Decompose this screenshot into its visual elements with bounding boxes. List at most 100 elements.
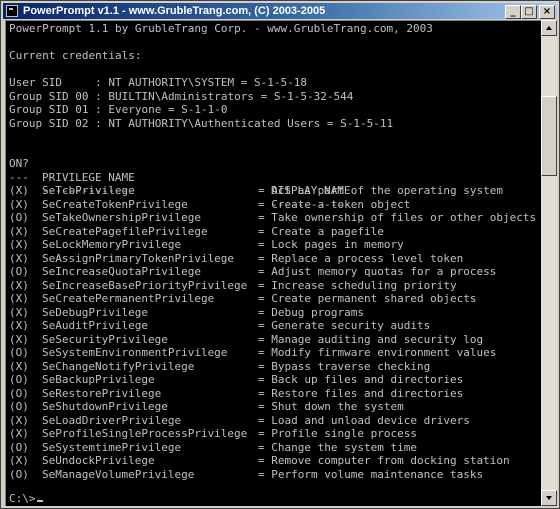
privilege-row: (X) SeUndockPrivilege = Remove computer fr… (5, 454, 541, 468)
privilege-status: (X) (9, 224, 29, 238)
privilege-display-name: = Change the system time (258, 440, 417, 454)
privilege-row: (X) SeLockMemoryPrivilege = Lock pages in … (5, 238, 541, 252)
privilege-row: (X) SeAuditPrivilege = Generate security a… (5, 319, 541, 333)
privilege-display-name: = Create permanent shared objects (258, 292, 477, 305)
privilege-display-name: = Debug programs (258, 305, 364, 319)
privilege-display-name: = Profile single process (258, 427, 417, 440)
privilege-display-name: = Act as part of the operating system (258, 184, 504, 197)
privilege-table-header: ON? PRIVILEGE NAME DISPLAY NAME (5, 144, 541, 197)
privilege-status: (X) (9, 238, 29, 251)
vertical-scrollbar[interactable] (541, 20, 557, 506)
arrow-down-icon (546, 496, 552, 500)
privilege-status: (O) (9, 346, 29, 359)
privilege-row: (O) SeRestorePrivilege = Restore files and… (5, 387, 541, 401)
privilege-status: (X) (9, 251, 29, 265)
privilege-display-name: = Adjust memory quotas for a process (258, 265, 497, 278)
privilege-display-name: = Remove computer from docking station (258, 454, 510, 467)
privilege-status: (O) (9, 440, 29, 454)
console-window-icon[interactable] (6, 5, 18, 17)
privilege-status: (X) (9, 305, 29, 319)
privilege-name: SeCreatePermanentPrivilege (42, 292, 215, 305)
close-button[interactable]: × (539, 5, 555, 19)
scrollbar-thumb[interactable] (541, 96, 557, 176)
privilege-name: SeTcbPrivilege (42, 184, 135, 197)
privilege-name: SeManageVolumePrivilege (42, 467, 195, 481)
privilege-display-name: = Modify firmware environment values (258, 346, 497, 359)
scroll-down-button[interactable] (541, 490, 557, 506)
privilege-display-name: = Increase scheduling priority (258, 278, 457, 292)
privilege-display-name: = Bypass traverse checking (258, 359, 431, 373)
privilege-status: (O) (9, 400, 29, 413)
privilege-name: SeProfileSingleProcessPrivilege (42, 427, 248, 440)
privilege-display-name: = Manage auditing and security log (258, 332, 484, 346)
banner-line: PowerPrompt 1.1 by GrubleTrang Corp. - w… (9, 22, 433, 35)
privilege-status: (X) (9, 454, 29, 467)
command-prompt[interactable]: C:\> (9, 492, 43, 506)
privilege-status: (X) (9, 427, 29, 440)
privilege-name: SeLockMemoryPrivilege (42, 238, 182, 251)
privilege-name: SeAuditPrivilege (42, 319, 148, 332)
privilege-name: SeIncreaseBasePriorityPrivilege (42, 278, 248, 292)
privilege-display-name: = Perform volume maintenance tasks (258, 467, 484, 481)
privilege-display-name: = Create a token object (258, 197, 411, 211)
privilege-status: (X) (9, 292, 29, 305)
privilege-name: SeDebugPrivilege (42, 305, 148, 319)
privilege-status: (X) (9, 332, 29, 346)
console-output[interactable]: PowerPrompt 1.1 by GrubleTrang Corp. - w… (5, 20, 541, 506)
header-privilege-name: PRIVILEGE NAME (42, 170, 135, 184)
privilege-row: (O) SeTakeOwnershipPrivilege = Take owners… (5, 211, 541, 225)
privilege-status: (X) (9, 359, 29, 373)
privilege-row: (X) SeSecurityPrivilege = Manage auditing … (5, 333, 541, 347)
privilege-row: (X) SeCreatePagefilePrivilege = Create a p… (5, 225, 541, 239)
credential-line: Group SID 00 : BUILTIN\Administrators = … (9, 89, 354, 103)
privilege-display-name: = Restore files and directories (258, 386, 464, 400)
privilege-name: SeTakeOwnershipPrivilege (42, 211, 201, 224)
privilege-name: SeAssignPrimaryTokenPrivilege (42, 251, 235, 265)
privilege-status: (X) (9, 319, 29, 332)
privilege-row: (X) SeProfileSingleProcessPrivilege = Prof… (5, 427, 541, 441)
privilege-status: (O) (9, 467, 29, 481)
minimize-button[interactable]: _ (505, 5, 521, 19)
privilege-status: (X) (9, 184, 29, 197)
window-title: PowerPrompt v1.1 - www.GrubleTrang.com, … (23, 5, 326, 17)
scroll-up-button[interactable] (541, 20, 557, 36)
privilege-row: (O) SeBackupPrivilege = Back up files and … (5, 373, 541, 387)
privilege-row: (O) SeShutdownPrivilege = Shut down the sy… (5, 400, 541, 414)
privilege-display-name: = Lock pages in memory (258, 238, 404, 251)
privilege-name: SeShutdownPrivilege (42, 400, 168, 413)
privilege-row: (X) SeCreatePermanentPrivilege = Create pe… (5, 292, 541, 306)
privilege-name: SeSystemEnvironmentPrivilege (42, 346, 228, 359)
privilege-name: SeSecurityPrivilege (42, 332, 168, 346)
prompt-text: C:\> (9, 492, 36, 505)
privilege-row: (X) SeIncreaseBasePriorityPrivilege = Incr… (5, 279, 541, 293)
privilege-display-name: = Replace a process level token (258, 251, 464, 265)
privilege-status: (X) (9, 413, 29, 427)
privilege-status: (X) (9, 278, 29, 292)
privilege-row: (X) SeAssignPrimaryTokenPrivilege = Replac… (5, 252, 541, 266)
privilege-name: SeRestorePrivilege (42, 386, 162, 400)
privilege-display-name: = Load and unload device drivers (258, 413, 470, 427)
privilege-name: SeCreateTokenPrivilege (42, 197, 188, 211)
privilege-display-name: = Shut down the system (258, 400, 404, 413)
privilege-name: SeSystemtimePrivilege (42, 440, 182, 454)
privilege-row: (X) SeLoadDriverPrivilege = Load and unloa… (5, 414, 541, 428)
maximize-button[interactable]: □ (521, 5, 537, 19)
privilege-status: (O) (9, 211, 29, 224)
privilege-status: (O) (9, 373, 29, 386)
privilege-row: (X) SeCreateTokenPrivilege = Create a toke… (5, 198, 541, 212)
privilege-display-name: = Generate security audits (258, 319, 431, 332)
privilege-display-name: = Back up files and directories (258, 373, 464, 386)
credential-line: User SID : NT AUTHORITY\SYSTEM = S-1-5-1… (9, 76, 308, 89)
privilege-name: SeCreatePagefilePrivilege (42, 224, 208, 238)
privilege-status: (O) (9, 386, 29, 400)
privilege-name: SeIncreaseQuotaPrivilege (42, 265, 201, 278)
privilege-row: (O) SeManageVolumePrivilege = Perform volu… (5, 468, 541, 482)
privilege-row: (O) SeSystemtimePrivilege = Change the sys… (5, 441, 541, 455)
privilege-name: SeLoadDriverPrivilege (42, 413, 182, 427)
privilege-display-name: = Create a pagefile (258, 224, 384, 238)
privilege-row: (X) SeChangeNotifyPrivilege = Bypass trave… (5, 360, 541, 374)
privilege-row: (X) SeTcbPrivilege = Act as part of the op… (5, 184, 541, 198)
privilege-status: (O) (9, 265, 29, 278)
text-cursor (36, 500, 43, 502)
title-bar[interactable]: PowerPrompt v1.1 - www.GrubleTrang.com, … (3, 3, 557, 19)
